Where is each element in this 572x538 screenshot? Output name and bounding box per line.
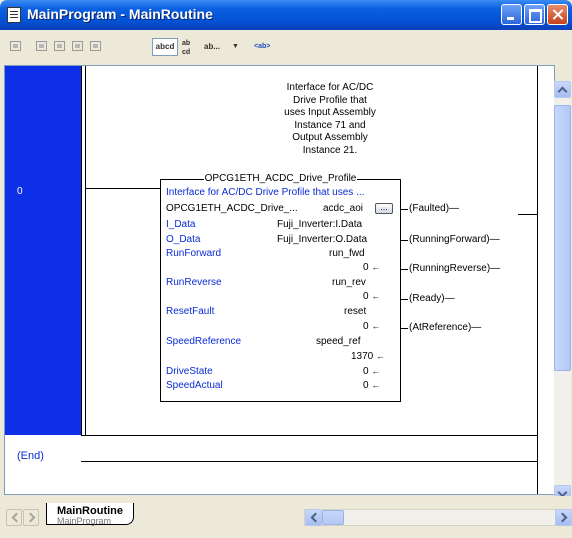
end-label: (End) [17, 450, 44, 462]
xio-icon[interactable] [88, 38, 104, 56]
end-rung-line [81, 461, 538, 462]
output-pin: (RunningForward)— [401, 234, 500, 245]
scroll-thumb[interactable] [322, 510, 344, 525]
input-wire [85, 188, 160, 189]
toolbar: abcd ab cd ab... ▼ <ab> [4, 30, 568, 64]
output-pin: (RunningReverse)— [401, 263, 500, 274]
tab-subtitle: MainProgram [57, 516, 112, 526]
chevron-left-icon [11, 512, 22, 523]
branch-icon[interactable] [34, 38, 50, 56]
left-power-rail [81, 66, 82, 435]
param-value[interactable]: run_fwd [329, 248, 365, 259]
scroll-thumb[interactable] [554, 105, 571, 371]
bracket-right: )— [467, 322, 482, 333]
chevron-right-icon [25, 512, 36, 523]
description-toggle-button[interactable]: abcd [152, 38, 178, 56]
rung-description: Interface for AC/DC Drive Profile that u… [284, 82, 376, 156]
chevron-left-icon [310, 512, 321, 523]
rung-icon[interactable] [8, 38, 24, 56]
param-value[interactable]: run_rev [332, 277, 366, 288]
bracket-right: )— [445, 203, 460, 214]
rung-number: 0 [17, 186, 23, 197]
window-title: MainProgram - MainRoutine [27, 6, 213, 22]
xic-icon[interactable] [70, 38, 86, 56]
branch-level-icon[interactable] [52, 38, 68, 56]
maximize-button[interactable] [524, 4, 545, 25]
title-bar: MainProgram - MainRoutine [0, 0, 572, 30]
bracket-right: )— [486, 234, 500, 245]
bottom-bar: MainRoutine MainProgram [4, 496, 572, 538]
param-name: O_Data [166, 234, 201, 245]
param-value[interactable]: Fuji_Inverter:I.Data [277, 219, 362, 230]
param-live-value: 0 ← [363, 366, 381, 377]
rung-separator [81, 435, 538, 436]
horizontal-scrollbar[interactable] [304, 509, 572, 526]
right-power-rail [537, 66, 538, 494]
rung-number-column [5, 66, 81, 435]
chevron-down-icon[interactable]: ▼ [232, 38, 240, 56]
scroll-right-button[interactable] [555, 509, 572, 526]
arrow-left-icon: ← [371, 366, 381, 376]
aoi-block-title: OPCG1ETH_ACDC_Drive_Profile [203, 173, 358, 184]
arrow-left-icon: ← [376, 351, 386, 361]
window-icon [7, 7, 21, 23]
output-pin: (AtReference)— [401, 322, 481, 333]
scroll-up-button[interactable] [554, 81, 571, 98]
aoi-type-label: OPCG1ETH_ACDC_Drive_... [166, 203, 298, 214]
output-pin: (Faulted)— [401, 203, 459, 214]
chevron-up-icon [557, 86, 568, 97]
arrow-left-icon: ← [371, 380, 381, 390]
param-value[interactable]: reset [344, 306, 366, 317]
vertical-scrollbar[interactable] [554, 81, 571, 512]
aoi-instance-tag[interactable]: acdc_aoi [323, 203, 363, 214]
wrap-toggle-button[interactable]: ab cd [182, 39, 196, 57]
close-button[interactable] [547, 4, 568, 25]
param-name: SpeedReference [166, 336, 242, 347]
param-name: SpeedActual [166, 380, 223, 391]
output-pin: (Ready)— [401, 293, 455, 304]
param-name: I_Data [166, 219, 196, 230]
output-wire [518, 214, 537, 215]
tab-scroll-right-button[interactable] [23, 509, 39, 526]
ladder-editor[interactable]: 0 (End) Interface for AC/DC Drive Profil… [4, 65, 555, 495]
param-live-value: 0 ← [363, 291, 381, 302]
param-live-value: 1370 ← [351, 351, 386, 362]
tab-mainroutine[interactable]: MainRoutine MainProgram [46, 503, 134, 526]
scroll-left-button[interactable] [305, 509, 322, 526]
chevron-right-icon [557, 512, 568, 523]
param-name: ResetFault [166, 306, 215, 317]
tag-display-dropdown[interactable]: ab... [204, 38, 230, 56]
aoi-properties-button[interactable]: ... [375, 203, 393, 214]
param-value[interactable]: speed_ref [316, 336, 360, 347]
arrow-left-icon: ← [371, 291, 381, 301]
minimize-button[interactable] [501, 4, 522, 25]
left-power-rail-inner [85, 66, 86, 435]
param-name: RunReverse [166, 277, 222, 288]
param-live-value: 0 ← [363, 380, 381, 391]
arrow-left-icon: ← [371, 262, 381, 272]
arrow-left-icon: ← [371, 321, 381, 331]
param-live-value: 0 ← [363, 262, 381, 273]
bracket-right: )— [441, 293, 455, 304]
bracket-right: )— [486, 263, 501, 274]
tag-button[interactable]: <ab> [254, 38, 276, 56]
param-name: RunForward [166, 248, 222, 259]
param-value[interactable]: Fuji_Inverter:O.Data [277, 234, 367, 245]
aoi-block-description: Interface for AC/DC Drive Profile that u… [166, 187, 365, 198]
tab-scroll-left-button[interactable] [6, 509, 22, 526]
param-name: DriveState [166, 366, 213, 377]
param-live-value: 0 ← [363, 321, 381, 332]
